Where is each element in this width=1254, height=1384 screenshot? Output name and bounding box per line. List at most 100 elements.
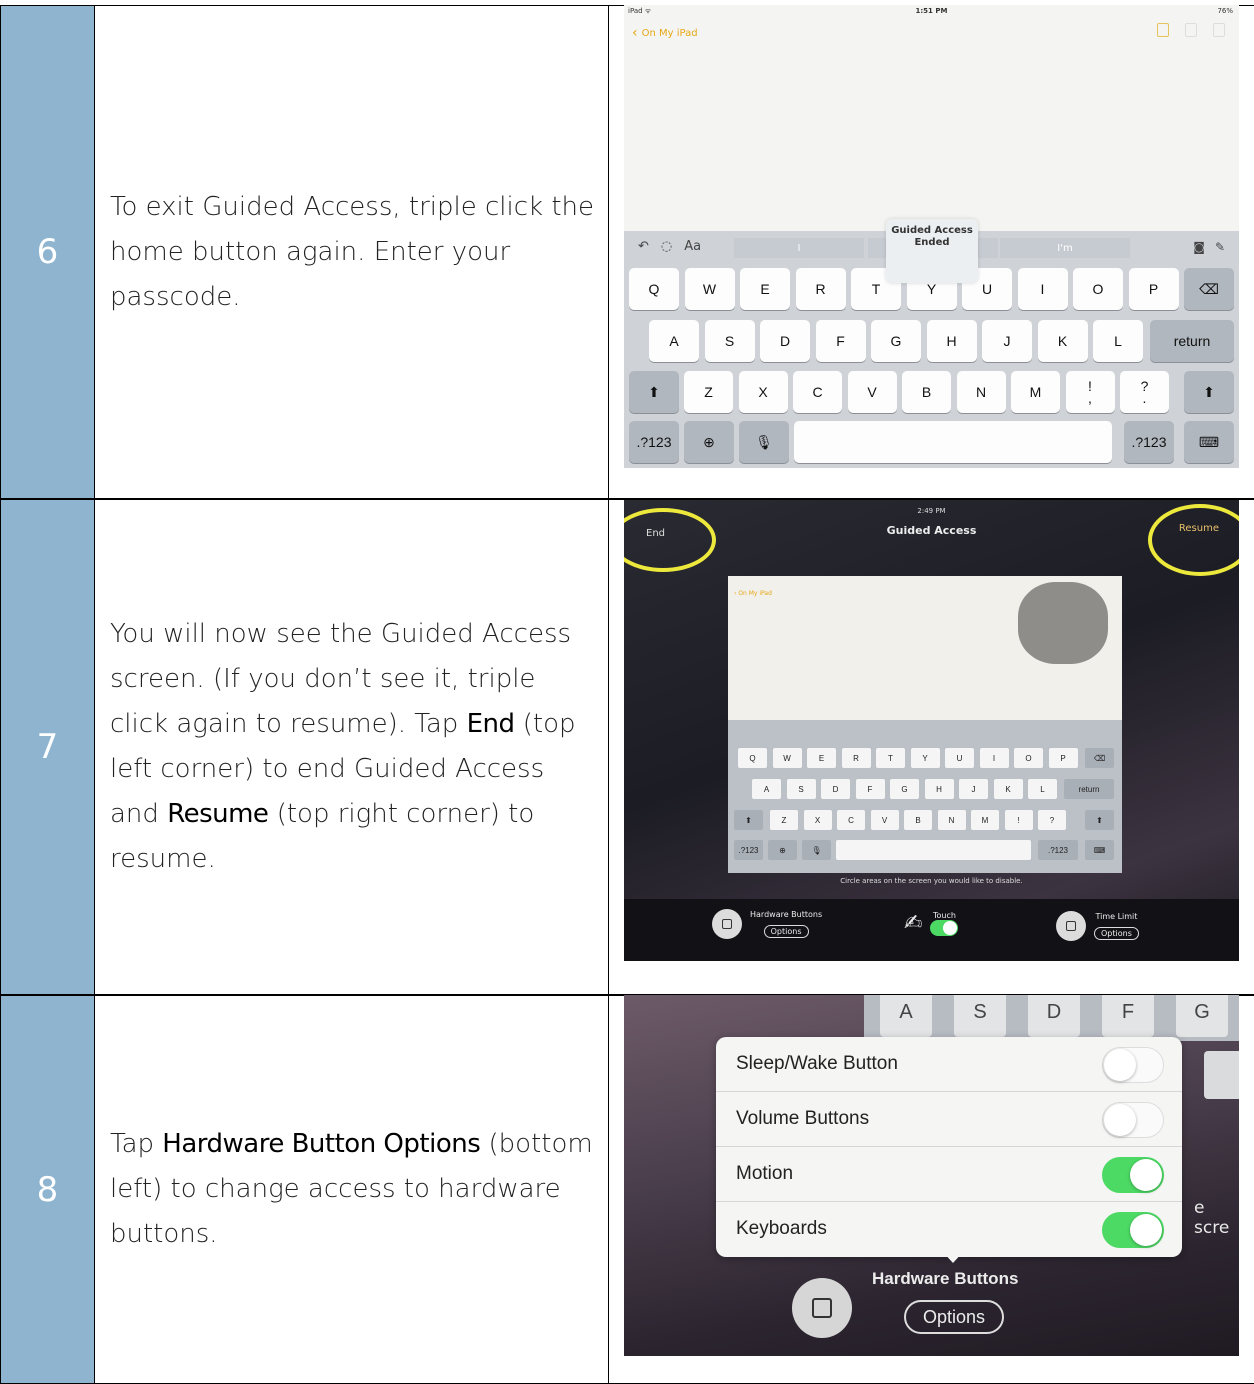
microphone-key[interactable]: 🎙 bbox=[739, 421, 789, 463]
keyboard-key[interactable]: W bbox=[684, 268, 735, 310]
trash-icon[interactable] bbox=[1157, 23, 1169, 37]
space-key[interactable] bbox=[794, 421, 1112, 463]
keyboard-key[interactable]: P bbox=[1128, 268, 1179, 310]
popover-row-sleep-wake: Sleep/Wake Button bbox=[716, 1037, 1182, 1092]
back-label: On My iPad bbox=[641, 27, 698, 39]
hardware-square-icon bbox=[712, 909, 742, 939]
guided-access-title: Guided Access bbox=[886, 524, 977, 537]
keyboard-key[interactable]: O bbox=[1073, 268, 1123, 310]
backspace-key[interactable]: ⌫ bbox=[1184, 268, 1234, 310]
mini-keyboard-key: C bbox=[837, 810, 865, 830]
mini-keyboard-key: E bbox=[807, 748, 836, 768]
keyboard-key[interactable]: B bbox=[902, 371, 951, 413]
keyboard-key[interactable]: M bbox=[1011, 371, 1060, 413]
popover-arrow bbox=[942, 1251, 964, 1263]
hide-keyboard-key[interactable]: ⌨ bbox=[1184, 421, 1234, 463]
checklist-icon[interactable]: ◌ bbox=[661, 239, 672, 254]
shift-key[interactable]: ⬆ bbox=[1184, 371, 1234, 413]
globe-key[interactable]: ⊕ bbox=[684, 421, 734, 463]
mini-keyboard-key: H bbox=[924, 779, 954, 799]
status-bar: iPad ᯤ 1:51 PM 76% bbox=[624, 5, 1239, 19]
keyboard-key[interactable]: ? . bbox=[1120, 371, 1169, 413]
keyboard-key[interactable]: I bbox=[1017, 268, 1068, 310]
keyboard-key[interactable]: ! , bbox=[1065, 371, 1115, 413]
mini-keyboard-key: K bbox=[993, 779, 1023, 799]
step-number-cell: 7 bbox=[0, 499, 95, 995]
mini-keyboard-key: B bbox=[904, 810, 932, 830]
background-text: e scre bbox=[1194, 1198, 1230, 1238]
keyboard-key[interactable]: F bbox=[815, 320, 866, 362]
keyboard-key[interactable]: G bbox=[871, 320, 921, 362]
touch-label: Touch bbox=[932, 911, 956, 920]
hardware-square-icon bbox=[792, 1278, 852, 1338]
keyboards-label: Keyboards bbox=[736, 1218, 827, 1239]
keyboard-key[interactable]: V bbox=[847, 371, 897, 413]
share-icon[interactable] bbox=[1185, 23, 1197, 37]
motion-toggle[interactable] bbox=[1102, 1157, 1164, 1193]
format-button[interactable]: Aa bbox=[684, 239, 701, 254]
hardware-options-button[interactable]: Options bbox=[904, 1300, 1004, 1334]
popover-row-volume: Volume Buttons bbox=[716, 1092, 1182, 1147]
step-text-cell: Tap Hardware Button Options (bottom left… bbox=[94, 995, 609, 1384]
background-key: A bbox=[880, 995, 932, 1037]
shift-key[interactable]: ⬆ bbox=[629, 371, 679, 413]
keyboard-key[interactable]: E bbox=[740, 268, 790, 310]
mini-space-key bbox=[836, 840, 1031, 860]
camera-icon[interactable]: ◙ bbox=[1193, 240, 1205, 254]
hardware-buttons-popover: Sleep/Wake Button Volume Buttons Motion … bbox=[716, 1037, 1182, 1257]
toast-title: Guided Access bbox=[891, 225, 973, 236]
keyboard-key[interactable]: N bbox=[956, 371, 1006, 413]
time-limit-label: Time Limit bbox=[1095, 912, 1138, 921]
undo-icon[interactable]: ↶ bbox=[638, 239, 649, 254]
hardware-buttons-label: Hardware Buttons bbox=[872, 1269, 1019, 1288]
keyboard-key[interactable]: R bbox=[795, 268, 846, 310]
keyboard-key[interactable]: C bbox=[793, 371, 842, 413]
status-time: 2:49 PM bbox=[917, 507, 946, 515]
mini-keyboard-key: X bbox=[803, 810, 832, 830]
disabled-area-shape bbox=[1018, 582, 1108, 664]
hardware-options-screenshot: ASDFG e scre Sleep/Wake Button Volume Bu… bbox=[624, 995, 1239, 1356]
keyboard-key[interactable]: H bbox=[926, 320, 977, 362]
touch-toggle[interactable] bbox=[930, 920, 959, 936]
back-link[interactable]: ‹ On My iPad bbox=[632, 25, 698, 41]
keyboard-key[interactable]: J bbox=[982, 320, 1032, 362]
mini-back-link: ‹ On My iPad bbox=[734, 590, 772, 597]
keyboard-key[interactable]: Z bbox=[684, 371, 733, 413]
numbers-key[interactable]: .?123 bbox=[629, 421, 679, 463]
hardware-options-button[interactable]: Options bbox=[763, 925, 809, 938]
compose-icon[interactable] bbox=[1213, 23, 1225, 37]
volume-buttons-toggle[interactable] bbox=[1102, 1102, 1164, 1138]
time-limit-item: Time Limit Options bbox=[1056, 911, 1139, 941]
keyboard-key[interactable]: S bbox=[704, 320, 755, 362]
return-key[interactable]: return bbox=[1150, 320, 1234, 362]
suggestion[interactable]: I bbox=[734, 238, 864, 258]
keyboard-key[interactable]: K bbox=[1037, 320, 1088, 362]
mini-keyboard-key: J bbox=[959, 779, 988, 799]
mini-hide-keyboard-key: ⌨ bbox=[1085, 840, 1114, 860]
keyboard-key[interactable]: D bbox=[760, 320, 810, 362]
keyboard-key[interactable]: L bbox=[1093, 320, 1143, 362]
keyboard-key[interactable]: X bbox=[738, 371, 788, 413]
mini-keyboard-key: U bbox=[945, 748, 974, 768]
step-text-cell: To exit Guided Access, triple click the … bbox=[94, 5, 609, 499]
keyboard-key[interactable]: Q bbox=[629, 268, 679, 310]
mini-ipad-preview: ‹ On My iPad Q W E R T Y U I O P ⌫ A S D F G H J K Lreturn ⬆… bbox=[728, 576, 1122, 873]
emphasis-hardware: Hardware Button Options bbox=[162, 1129, 481, 1159]
mini-keyboard-key: V bbox=[870, 810, 899, 830]
text-part: Tap bbox=[110, 1129, 163, 1159]
mini-keyboard-key: S bbox=[786, 779, 816, 799]
status-time: 1:51 PM bbox=[915, 7, 948, 15]
step-text: To exit Guided Access, triple click the … bbox=[110, 191, 595, 312]
step-text-cell: You will now see the Guided Access scree… bbox=[94, 499, 609, 995]
time-limit-options-button[interactable]: Options bbox=[1094, 927, 1139, 940]
keyboard-toolbar-left: ↶ ◌ Aa bbox=[638, 239, 701, 254]
notes-toolbar bbox=[1157, 23, 1225, 37]
step-number-cell: 8 bbox=[0, 995, 95, 1384]
mini-keyboard-key: Y bbox=[910, 748, 940, 768]
numbers-key[interactable]: .?123 bbox=[1124, 421, 1174, 463]
suggestion[interactable]: I'm bbox=[1000, 238, 1130, 258]
pen-icon[interactable]: ✎ bbox=[1215, 240, 1225, 254]
sleep-wake-toggle[interactable] bbox=[1102, 1047, 1164, 1083]
keyboards-toggle[interactable] bbox=[1102, 1212, 1164, 1248]
keyboard-key[interactable]: A bbox=[649, 320, 699, 362]
